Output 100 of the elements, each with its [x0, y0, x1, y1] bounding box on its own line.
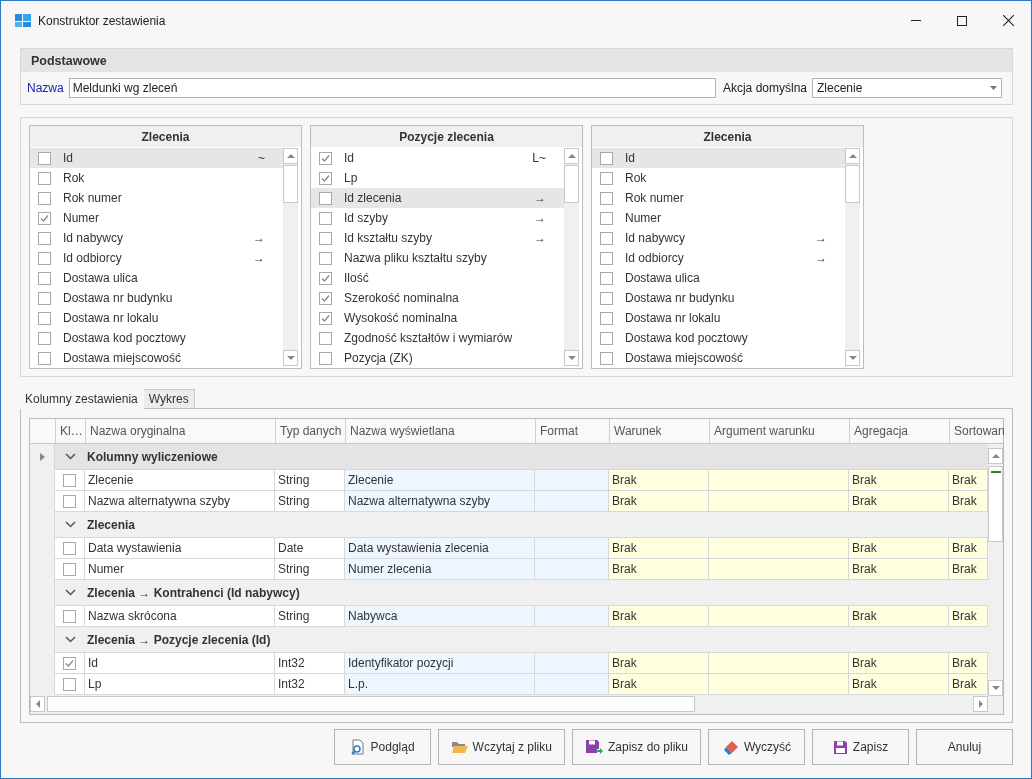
checkbox[interactable] — [38, 151, 51, 165]
field-item[interactable]: Rok numer — [592, 188, 845, 208]
checkbox[interactable] — [600, 191, 613, 205]
checkbox[interactable] — [63, 541, 76, 555]
field-item[interactable]: Id — [592, 148, 845, 168]
tab[interactable]: Wykres — [142, 389, 195, 408]
field-item[interactable]: Id odbiorcy → — [30, 248, 283, 268]
field-item[interactable]: Dostawa miejscowość — [592, 348, 845, 366]
checkbox[interactable] — [319, 231, 332, 245]
checkbox[interactable] — [600, 331, 613, 345]
checkbox[interactable] — [319, 171, 332, 185]
checkbox[interactable] — [38, 231, 51, 245]
dialog-button[interactable]: Zapisz do pliku — [571, 729, 701, 765]
action-dropdown[interactable]: Zlecenie — [812, 78, 1002, 98]
checkbox[interactable] — [38, 211, 51, 225]
field-item[interactable]: Dostawa kod pocztowy — [30, 328, 283, 348]
checkbox[interactable] — [63, 656, 76, 670]
checkbox[interactable] — [319, 191, 332, 205]
dialog-button[interactable]: Zapisz — [812, 729, 909, 765]
checkbox[interactable] — [319, 351, 332, 365]
field-item[interactable]: Pozycja (ZK) — [311, 348, 564, 366]
column-header[interactable]: Agregacja — [849, 419, 949, 443]
checkbox[interactable] — [38, 291, 51, 305]
field-item[interactable]: Dostawa nr lokalu — [592, 308, 845, 328]
column-header[interactable]: Format — [535, 419, 609, 443]
group-row[interactable]: Kolumny wyliczeniowe — [55, 444, 988, 470]
field-item[interactable]: Numer — [30, 208, 283, 228]
chevron-icon[interactable] — [65, 521, 76, 528]
column-header[interactable]: Kl… — [55, 419, 85, 443]
dialog-button[interactable]: Podgląd — [333, 729, 431, 765]
horizontal-scrollbar[interactable] — [30, 696, 988, 714]
checkbox[interactable] — [63, 494, 76, 508]
column-header[interactable]: Argument warunku — [709, 419, 849, 443]
field-item[interactable]: Rok — [592, 168, 845, 188]
checkbox[interactable] — [38, 191, 51, 205]
checkbox[interactable] — [38, 311, 51, 325]
column-header[interactable]: Nazwa oryginalna — [85, 419, 275, 443]
field-item[interactable]: Id zlecenia → — [311, 188, 564, 208]
caret-icon[interactable] — [990, 86, 997, 90]
field-item[interactable]: Numer — [592, 208, 845, 228]
tab[interactable]: Kolumny zestawienia — [19, 388, 144, 409]
checkbox[interactable] — [600, 231, 613, 245]
checkbox[interactable] — [319, 311, 332, 325]
checkbox[interactable] — [38, 271, 51, 285]
checkbox[interactable] — [63, 609, 76, 623]
field-item[interactable]: Id nabywcy → — [592, 228, 845, 248]
checkbox[interactable] — [63, 562, 76, 576]
field-item[interactable]: Dostawa kod pocztowy — [592, 328, 845, 348]
checkbox[interactable] — [319, 291, 332, 305]
checkbox[interactable] — [600, 251, 613, 265]
checkbox[interactable] — [600, 291, 613, 305]
field-item[interactable]: Dostawa nr budynku — [592, 288, 845, 308]
field-item[interactable]: Zgodność kształtów i wymiarów — [311, 328, 564, 348]
dialog-button[interactable]: Anuluj — [916, 729, 1013, 765]
checkbox[interactable] — [38, 351, 51, 365]
field-item[interactable]: Lp — [311, 168, 564, 188]
field-item[interactable]: Id L~ — [311, 148, 564, 168]
chevron-icon[interactable] — [65, 589, 76, 596]
checkbox[interactable] — [600, 351, 613, 365]
field-item[interactable]: Id szyby → — [311, 208, 564, 228]
name-field[interactable]: Meldunki wg zleceń — [68, 78, 716, 98]
checkbox[interactable] — [319, 251, 332, 265]
checkbox[interactable] — [600, 311, 613, 325]
field-item[interactable]: Szerokość nominalna — [311, 288, 564, 308]
column-header[interactable]: Warunek — [609, 419, 709, 443]
vertical-scrollbar[interactable] — [845, 148, 860, 366]
checkbox[interactable] — [319, 211, 332, 225]
field-item[interactable]: Nazwa pliku kształtu szyby — [311, 248, 564, 268]
checkbox[interactable] — [38, 251, 51, 265]
checkbox[interactable] — [319, 331, 332, 345]
close-icon[interactable] — [1002, 15, 1014, 26]
field-item[interactable]: Dostawa nr budynku — [30, 288, 283, 308]
chevron-icon[interactable] — [65, 453, 76, 460]
checkbox[interactable] — [63, 473, 76, 487]
field-item[interactable]: Rok numer — [30, 188, 283, 208]
field-item[interactable]: Id odbiorcy → — [592, 248, 845, 268]
checkbox[interactable] — [38, 171, 51, 185]
field-item[interactable]: Dostawa miejscowość — [30, 348, 283, 366]
field-item[interactable]: Dostawa nr lokalu — [30, 308, 283, 328]
field-item[interactable]: Id nabywcy → — [30, 228, 283, 248]
field-item[interactable]: Id ~ — [30, 148, 283, 168]
field-item[interactable]: Dostawa ulica — [592, 268, 845, 288]
checkbox[interactable] — [63, 677, 76, 691]
field-item[interactable]: Id kształtu szyby → — [311, 228, 564, 248]
chevron-icon[interactable] — [65, 636, 76, 643]
vertical-scrollbar[interactable] — [283, 148, 298, 366]
field-item[interactable]: Rok — [30, 168, 283, 188]
checkbox[interactable] — [319, 271, 332, 285]
dialog-button[interactable]: Wyczyść — [708, 729, 805, 765]
field-item[interactable]: Wysokość nominalna — [311, 308, 564, 328]
column-header[interactable]: Typ danych — [275, 419, 345, 443]
checkbox[interactable] — [600, 151, 613, 165]
dialog-button[interactable]: Wczytaj z pliku — [437, 729, 565, 765]
column-header[interactable]: Sortowan — [949, 419, 1005, 443]
field-item[interactable]: Dostawa ulica — [30, 268, 283, 288]
checkbox[interactable] — [600, 211, 613, 225]
column-header[interactable]: Nazwa wyświetlana — [345, 419, 535, 443]
maximize-icon[interactable] — [957, 15, 967, 26]
checkbox[interactable] — [319, 151, 332, 165]
vertical-scrollbar[interactable] — [564, 148, 579, 366]
